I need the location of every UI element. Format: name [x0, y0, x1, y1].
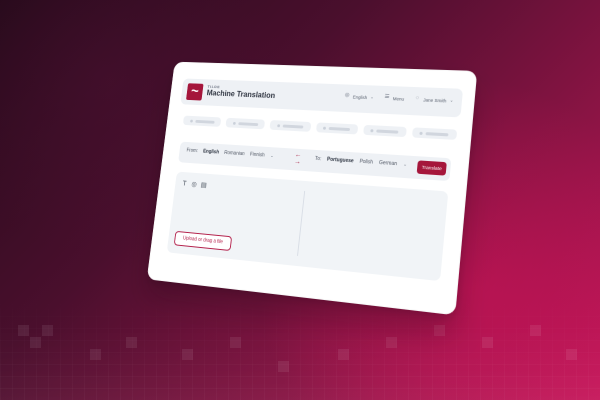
- translation-editor: T ◎ ▤ Upload or drag a file: [167, 172, 449, 282]
- document-icon[interactable]: ▤: [200, 182, 207, 189]
- background-tile: [386, 337, 397, 348]
- source-language-english[interactable]: English: [203, 149, 220, 156]
- source-language-finnish[interactable]: Finnish: [250, 152, 265, 159]
- chevron-down-icon: ⌄: [449, 99, 454, 103]
- globe-icon: ◎: [344, 93, 350, 99]
- feature-chip[interactable]: [363, 125, 407, 137]
- chip-icon: [323, 126, 326, 129]
- feature-chip[interactable]: [183, 116, 222, 127]
- background-tile: [278, 361, 289, 372]
- user-menu[interactable]: ◌ Jane Smith ⌄: [414, 96, 454, 104]
- target-language-german[interactable]: German: [379, 160, 398, 167]
- background-tile: [90, 349, 101, 360]
- target-language-group: To: Portuguese Polish German ⌄: [315, 156, 408, 168]
- target-language-portuguese[interactable]: Portuguese: [327, 157, 354, 165]
- feature-chip[interactable]: [226, 118, 266, 130]
- background-tile: [18, 325, 29, 336]
- language-selector-label: English: [353, 94, 368, 100]
- background-tile: [566, 349, 577, 360]
- chip-label-placeholder: [377, 129, 399, 133]
- app-header: ~ TILDE Machine Translation ◎ English ⌄ …: [180, 78, 463, 117]
- background-tile: [182, 349, 193, 360]
- feature-chip-row: [183, 116, 458, 142]
- to-label: To:: [315, 156, 322, 162]
- user-name: Jane Smith: [423, 97, 447, 103]
- language-selector[interactable]: ◎ English ⌄: [344, 93, 374, 100]
- menu-icon: ☰: [384, 95, 391, 101]
- from-label: From:: [186, 148, 198, 154]
- chip-label-placeholder: [283, 124, 304, 128]
- chip-icon: [233, 121, 236, 124]
- chip-icon: [277, 124, 280, 127]
- brand-logo: ~: [186, 83, 204, 100]
- promo-scene: ~ TILDE Machine Translation ◎ English ⌄ …: [0, 0, 600, 400]
- text-icon[interactable]: T: [181, 181, 188, 188]
- feature-chip[interactable]: [315, 122, 357, 134]
- background-tile: [42, 325, 53, 336]
- translation-card: ~ TILDE Machine Translation ◎ English ⌄ …: [147, 62, 478, 316]
- swap-languages-button[interactable]: ← →: [292, 152, 303, 168]
- background-tile: [482, 337, 493, 348]
- background-tile: [30, 337, 41, 348]
- feature-chip[interactable]: [270, 120, 311, 132]
- feature-chip[interactable]: [412, 127, 457, 140]
- background-tile: [338, 349, 349, 360]
- upload-file-button[interactable]: Upload or drag a file: [174, 231, 232, 251]
- editor-toolbar: T ◎ ▤: [181, 181, 207, 190]
- target-language-polish[interactable]: Polish: [359, 159, 373, 166]
- chip-icon: [420, 131, 423, 134]
- source-language-romanian[interactable]: Romanian: [224, 150, 245, 157]
- user-icon: ◌: [414, 96, 421, 102]
- header-actions: ◎ English ⌄ ☰ Menu ◌ Jane Smith ⌄: [344, 93, 454, 104]
- chevron-down-icon[interactable]: ⌄: [270, 154, 274, 158]
- chevron-down-icon[interactable]: ⌄: [403, 163, 407, 167]
- translate-button[interactable]: Translate: [417, 160, 447, 175]
- background-tile: [434, 325, 445, 336]
- background-tile: [230, 337, 241, 348]
- chip-label-placeholder: [238, 122, 258, 126]
- chip-label-placeholder: [426, 132, 449, 136]
- chip-icon: [371, 129, 374, 132]
- menu-button[interactable]: ☰ Menu: [384, 95, 405, 102]
- chip-label-placeholder: [329, 126, 350, 130]
- app-title: Machine Translation: [206, 89, 275, 101]
- globe-icon[interactable]: ◎: [191, 181, 198, 188]
- background-tile: [530, 325, 541, 336]
- panel-divider: [297, 191, 305, 256]
- chevron-down-icon: ⌄: [370, 95, 374, 99]
- chip-label-placeholder: [195, 119, 214, 123]
- arrow-right-icon: →: [292, 158, 302, 165]
- background-tile: [126, 337, 137, 348]
- menu-label: Menu: [393, 96, 405, 101]
- brand-block: TILDE Machine Translation: [206, 84, 276, 101]
- chip-icon: [190, 119, 193, 122]
- source-language-group: From: English Romanian Finnish ⌄: [186, 148, 274, 159]
